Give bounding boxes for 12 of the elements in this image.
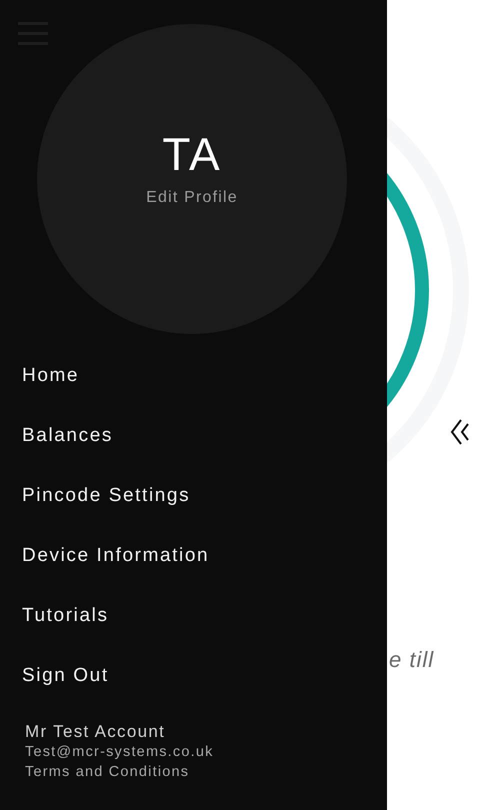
menu-item[interactable]: Tutorials <box>0 586 109 646</box>
terms-link[interactable]: Terms and Conditions <box>25 762 190 782</box>
account-email: Test@mcr-systems.co.uk <box>25 743 214 762</box>
menu-item[interactable]: Sign Out <box>0 646 109 706</box>
menu-item[interactable]: Home <box>0 346 80 406</box>
menu-item[interactable]: Balances <box>0 406 113 466</box>
menu-item[interactable]: Device Information <box>0 526 210 586</box>
edit-profile-link[interactable]: Edit Profile <box>146 189 238 207</box>
caption-text: e till <box>389 647 434 673</box>
avatar-initials: TA <box>162 129 222 179</box>
account-name: Mr Test Account <box>25 722 166 742</box>
menu-item[interactable]: Pincode Settings <box>0 466 190 526</box>
